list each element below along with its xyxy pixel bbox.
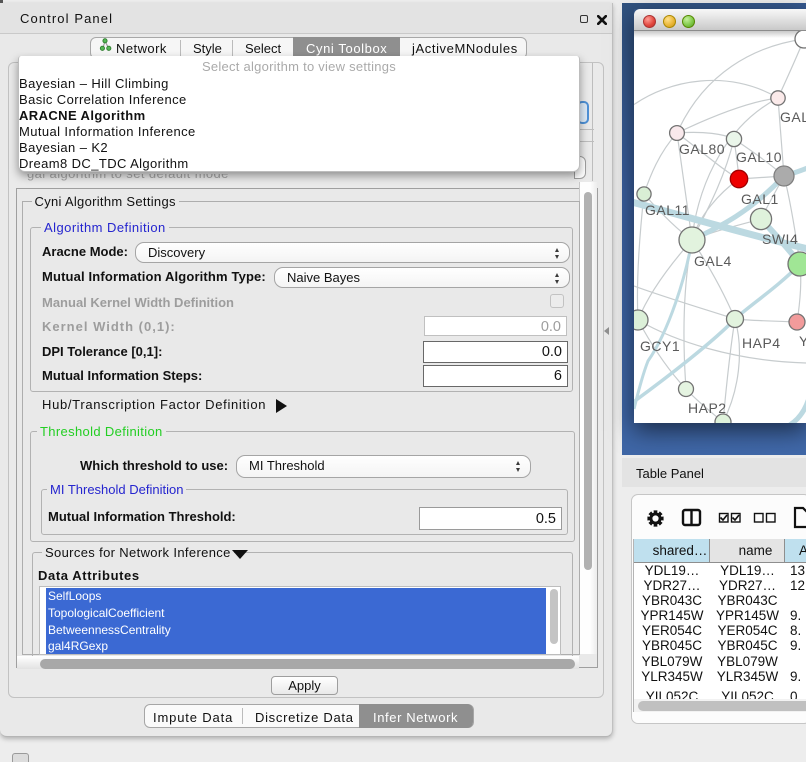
svg-text:YM: YM <box>799 333 806 349</box>
svg-text:GAL: GAL <box>780 109 806 125</box>
svg-text:HAP2: HAP2 <box>688 400 727 416</box>
svg-text:GAL1: GAL1 <box>741 191 779 207</box>
svg-text:GAL4: GAL4 <box>694 253 732 269</box>
svg-text:GAL10: GAL10 <box>736 149 782 165</box>
svg-text:GCY1: GCY1 <box>640 338 680 354</box>
svg-text:HAP4: HAP4 <box>742 335 781 351</box>
svg-text:SWI4: SWI4 <box>762 231 798 247</box>
svg-text:GAL11: GAL11 <box>645 202 690 218</box>
svg-text:GAL80: GAL80 <box>679 141 725 157</box>
